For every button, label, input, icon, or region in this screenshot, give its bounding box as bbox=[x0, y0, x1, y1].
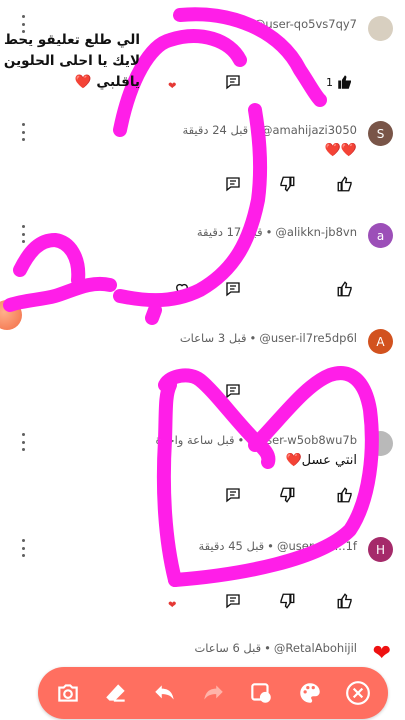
floating-assistive-ball[interactable] bbox=[0, 300, 22, 330]
avatar[interactable]: A bbox=[368, 329, 393, 354]
more-options-icon[interactable] bbox=[20, 123, 26, 141]
drawing-stroke bbox=[13, 233, 86, 287]
redo-icon[interactable] bbox=[197, 677, 229, 709]
comment-actions-3 bbox=[0, 278, 405, 302]
close-icon[interactable] bbox=[342, 677, 374, 709]
creator-heart-icon: ❤ bbox=[168, 600, 177, 611]
comment-handle[interactable]: @user-w5ob8wu7b bbox=[247, 433, 357, 447]
comment-handle[interactable]: @amahijazi3050 bbox=[261, 123, 357, 137]
reply-icon[interactable] bbox=[222, 590, 244, 612]
camera-icon[interactable] bbox=[52, 677, 84, 709]
reply-icon[interactable] bbox=[222, 380, 244, 402]
comment-meta-text: قبل ساعة واحدة • @user-w5ob8wu7b bbox=[155, 433, 357, 447]
heart-outline-icon[interactable] bbox=[171, 278, 193, 300]
creator-heart-icon: ❤ bbox=[168, 81, 177, 92]
comment-meta-2: قبل 24 دقيقة • @amahijazi3050 S bbox=[0, 120, 405, 146]
reply-icon[interactable] bbox=[222, 173, 244, 195]
palette-icon[interactable] bbox=[294, 677, 326, 709]
dislike-icon[interactable] bbox=[276, 173, 298, 195]
dislike-icon[interactable] bbox=[276, 484, 298, 506]
comment-handle[interactable]: @alikkn-jb8vn bbox=[275, 225, 357, 239]
heart-avatar-icon[interactable]: ❤ bbox=[373, 641, 391, 666]
overlay-caption: الي طلع تعليقو يحط لايك يا احلى الحلوين … bbox=[3, 32, 140, 90]
reply-icon[interactable] bbox=[222, 71, 244, 93]
avatar[interactable]: S bbox=[368, 121, 393, 146]
avatar[interactable] bbox=[368, 16, 393, 41]
more-options-icon[interactable] bbox=[20, 539, 26, 557]
comment-meta-5: قبل ساعة واحدة • @user-w5ob8wu7b bbox=[0, 430, 405, 456]
more-options-icon[interactable] bbox=[20, 225, 26, 243]
comment-actions-4 bbox=[0, 380, 405, 404]
comment-handle[interactable]: @user-il7re5dp6l bbox=[259, 331, 357, 345]
avatar[interactable]: H bbox=[368, 537, 393, 562]
comment-handle[interactable]: @user-cf7...1f bbox=[277, 539, 357, 553]
reply-icon[interactable] bbox=[222, 484, 244, 506]
comment-actions-5 bbox=[0, 484, 405, 508]
avatar[interactable] bbox=[368, 431, 393, 456]
comment-meta-text: قبل 24 دقيقة • @amahijazi3050 bbox=[182, 123, 357, 137]
drawing-stroke bbox=[145, 303, 162, 325]
comment-text: انتي عسل❤️ bbox=[285, 453, 357, 468]
eraser-icon[interactable] bbox=[100, 677, 132, 709]
like-icon[interactable] bbox=[334, 484, 356, 506]
comment-meta-text: قبل 3 ساعات • @user-il7re5dp6l bbox=[179, 331, 357, 345]
drawing-toolbar bbox=[38, 667, 388, 719]
comment-meta-text: قبل 6 ساعات • @RetalAbohijil bbox=[194, 641, 357, 655]
dislike-icon[interactable] bbox=[276, 590, 298, 612]
comment-handle[interactable]: @RetalAbohijil bbox=[274, 641, 357, 655]
comment-actions-2 bbox=[0, 173, 405, 197]
comment-meta-7: قبل 6 ساعات • @RetalAbohijil bbox=[0, 638, 405, 662]
like-icon[interactable] bbox=[334, 278, 356, 300]
comment-handle[interactable]: @user-qo5vs7qy7 bbox=[254, 17, 357, 31]
shape-icon[interactable] bbox=[245, 677, 277, 709]
reply-icon[interactable] bbox=[222, 278, 244, 300]
like-count: 1 bbox=[326, 76, 333, 89]
comment-meta-text: قبل 17 دقيقة • @alikkn-jb8vn bbox=[196, 225, 357, 239]
comment-meta-text: • @user-qo5vs7qy7 bbox=[244, 17, 357, 31]
like-icon[interactable] bbox=[334, 71, 356, 93]
more-options-icon[interactable] bbox=[20, 433, 26, 451]
undo-icon[interactable] bbox=[149, 677, 181, 709]
comment-meta-3: قبل 17 دقيقة • @alikkn-jb8vn a bbox=[0, 222, 405, 248]
comment-text: ❤️❤️ bbox=[324, 143, 357, 158]
comment-actions-6: ❤ bbox=[0, 590, 405, 614]
comment-meta-text: قبل 45 دقيقة • @user-cf7...1f bbox=[198, 539, 357, 553]
like-icon[interactable] bbox=[334, 590, 356, 612]
avatar[interactable]: a bbox=[368, 223, 393, 248]
like-icon[interactable] bbox=[334, 173, 356, 195]
comment-meta-6: قبل 45 دقيقة • @user-cf7...1f H bbox=[0, 536, 405, 562]
comment-meta-4: قبل 3 ساعات • @user-il7re5dp6l A bbox=[0, 328, 405, 354]
